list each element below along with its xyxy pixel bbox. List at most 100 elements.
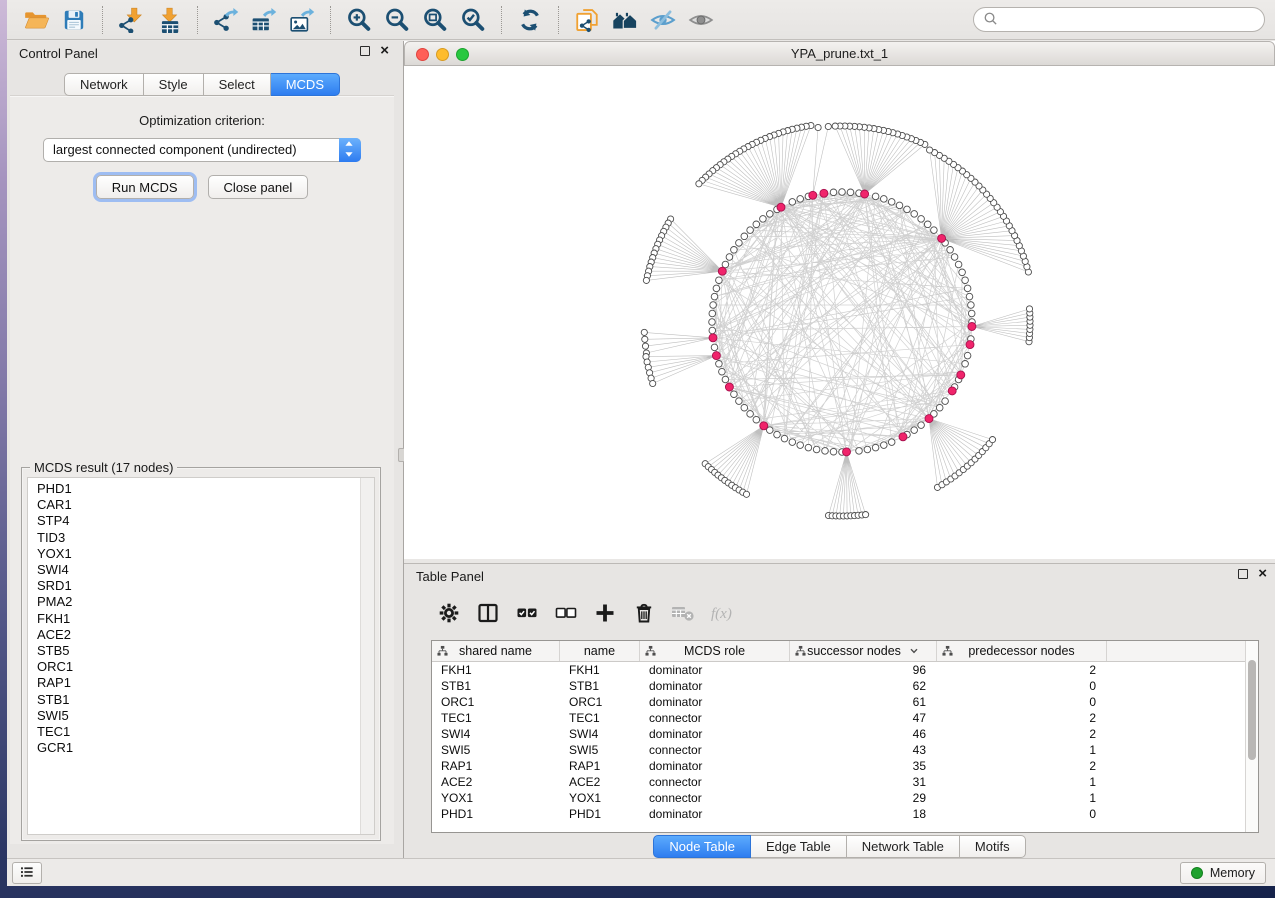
tab-select[interactable]: Select: [204, 73, 271, 96]
zoom-window-icon[interactable]: [456, 48, 469, 61]
open-file-button[interactable]: [20, 4, 52, 36]
table-row[interactable]: RAP1RAP1dominator352: [432, 758, 1258, 774]
network-canvas[interactable]: [404, 66, 1275, 559]
table-row[interactable]: TEC1TEC1connector472: [432, 710, 1258, 726]
mcds-result-node[interactable]: PMA2: [37, 594, 374, 610]
table-cell: STB1: [560, 678, 640, 694]
network-view-titlebar[interactable]: YPA_prune.txt_1: [404, 41, 1275, 66]
export-image-button[interactable]: [286, 4, 318, 36]
table-row[interactable]: SWI5SWI5connector431: [432, 742, 1258, 758]
table-cell: 2: [937, 726, 1107, 742]
table-row[interactable]: PHD1PHD1dominator180: [432, 806, 1258, 822]
toolbar-separator: [330, 6, 331, 34]
search-input[interactable]: [1004, 12, 1255, 27]
table-cell: 46: [790, 726, 937, 742]
mcds-result-node[interactable]: SWI5: [37, 708, 374, 724]
table-row[interactable]: ACE2ACE2connector311: [432, 774, 1258, 790]
select-all-button[interactable]: [510, 596, 544, 630]
column-header-label: successor nodes: [807, 644, 901, 658]
table-cell: SWI5: [560, 742, 640, 758]
mcds-result-node[interactable]: PHD1: [37, 481, 374, 497]
table-row[interactable]: YOX1YOX1connector291: [432, 790, 1258, 806]
control-panel: Control Panel × NetworkStyleSelectMCDS O…: [7, 41, 397, 858]
vertical-splitter[interactable]: [397, 41, 404, 858]
import-table-from-file-button[interactable]: [153, 4, 185, 36]
delete-table-button: [666, 596, 700, 630]
column-header-successor-nodes[interactable]: successor nodes: [790, 641, 937, 661]
column-visibility-button[interactable]: [471, 596, 505, 630]
mcds-result-node[interactable]: STB5: [37, 643, 374, 659]
table-cell: SWI5: [432, 742, 560, 758]
zoom-in-button[interactable]: [343, 4, 375, 36]
mcds-result-node[interactable]: ORC1: [37, 659, 374, 675]
fit-content-button[interactable]: [419, 4, 451, 36]
mcds-result-node[interactable]: FKH1: [37, 611, 374, 627]
tab-edge-table[interactable]: Edge Table: [751, 835, 847, 858]
memory-button[interactable]: Memory: [1180, 862, 1266, 884]
tab-style[interactable]: Style: [144, 73, 204, 96]
table-row[interactable]: ORC1ORC1dominator610: [432, 694, 1258, 710]
table-panel-titlebar: Table Panel ×: [404, 564, 1275, 589]
optimization-criterion-select[interactable]: largest connected component (undirected): [43, 138, 361, 162]
tab-mcds[interactable]: MCDS: [271, 73, 340, 96]
mcds-result-node[interactable]: SRD1: [37, 578, 374, 594]
clone-network-button[interactable]: [571, 4, 603, 36]
export-network-button[interactable]: [210, 4, 242, 36]
deselect-all-button[interactable]: [549, 596, 583, 630]
run-mcds-button[interactable]: Run MCDS: [96, 175, 194, 199]
application-window: Control Panel × NetworkStyleSelectMCDS O…: [7, 0, 1275, 886]
mcds-list-scrollbar[interactable]: [360, 478, 374, 834]
save-session-button[interactable]: [58, 4, 90, 36]
mcds-result-node[interactable]: STB1: [37, 692, 374, 708]
mcds-result-node[interactable]: STP4: [37, 513, 374, 529]
table-cell: SWI4: [432, 726, 560, 742]
mcds-result-node[interactable]: SWI4: [37, 562, 374, 578]
close-icon[interactable]: ×: [1258, 569, 1267, 579]
hide-selected-button[interactable]: [647, 4, 679, 36]
table-row[interactable]: SWI4SWI4dominator462: [432, 726, 1258, 742]
import-network-from-file-button[interactable]: [115, 4, 147, 36]
zoom-out-button[interactable]: [381, 4, 413, 36]
mcds-result-node[interactable]: ACE2: [37, 627, 374, 643]
mcds-result-node[interactable]: CAR1: [37, 497, 374, 513]
mcds-result-list[interactable]: PHD1CAR1STP4TID3YOX1SWI4SRD1PMA2FKH1ACE2…: [27, 477, 375, 835]
mcds-result-node[interactable]: GCR1: [37, 740, 374, 756]
refresh-view-button[interactable]: [514, 4, 546, 36]
table-scrollbar[interactable]: [1245, 641, 1258, 832]
column-header-shared-name[interactable]: shared name: [432, 641, 560, 661]
list-icon: [18, 863, 36, 884]
tab-network[interactable]: Network: [64, 73, 144, 96]
tab-network-table[interactable]: Network Table: [847, 835, 960, 858]
table-row[interactable]: STB1STB1dominator620: [432, 678, 1258, 694]
table-cell: dominator: [640, 662, 790, 678]
zoom-selected-button[interactable]: [457, 4, 489, 36]
table-cell: FKH1: [432, 662, 560, 678]
tab-motifs[interactable]: Motifs: [960, 835, 1026, 858]
export-table-button[interactable]: [248, 4, 280, 36]
table-toolbar: f(x): [404, 588, 1275, 638]
table-scrollbar-thumb[interactable]: [1248, 660, 1256, 760]
column-header-predecessor-nodes[interactable]: predecessor nodes: [937, 641, 1107, 661]
main-toolbar: [7, 0, 1275, 40]
column-header-MCDS-role[interactable]: MCDS role: [640, 641, 790, 661]
first-neighbors-button[interactable]: [609, 4, 641, 36]
tab-node-table[interactable]: Node Table: [653, 835, 751, 858]
delete-column-button[interactable]: [627, 596, 661, 630]
minimize-window-icon[interactable]: [436, 48, 449, 61]
mcds-result-node[interactable]: TEC1: [37, 724, 374, 740]
search-box[interactable]: [973, 7, 1265, 32]
float-icon[interactable]: [360, 46, 370, 56]
table-settings-button[interactable]: [432, 596, 466, 630]
mcds-result-node[interactable]: RAP1: [37, 675, 374, 691]
close-window-icon[interactable]: [416, 48, 429, 61]
close-panel-button[interactable]: Close panel: [208, 175, 309, 199]
mcds-result-node[interactable]: TID3: [37, 530, 374, 546]
close-icon[interactable]: ×: [380, 46, 389, 56]
column-header-name[interactable]: name: [560, 641, 640, 661]
table-row[interactable]: FKH1FKH1dominator962: [432, 662, 1258, 678]
show-all-button[interactable]: [685, 4, 717, 36]
float-icon[interactable]: [1238, 569, 1248, 579]
mcds-result-node[interactable]: YOX1: [37, 546, 374, 562]
task-history-button[interactable]: [12, 862, 42, 884]
add-column-button[interactable]: [588, 596, 622, 630]
